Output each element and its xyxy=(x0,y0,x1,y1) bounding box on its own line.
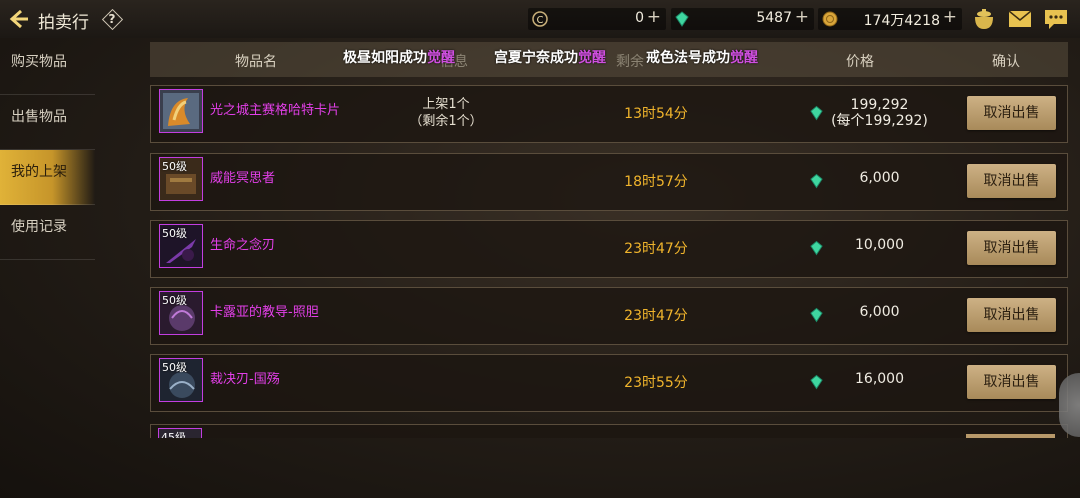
add-currency-button[interactable]: + xyxy=(795,7,809,27)
help-icon[interactable]: ? xyxy=(101,8,124,31)
cancel-sale-button[interactable] xyxy=(966,434,1055,438)
chat-icon[interactable] xyxy=(1043,7,1069,31)
listing-row-partial: 45级 xyxy=(150,424,1068,438)
time-remaining: 18时57分 xyxy=(624,174,688,190)
stock-listed: 上架1个 xyxy=(422,97,470,112)
system-notice: 宫夏宁奈成功觉醒 xyxy=(494,50,606,66)
stock-remaining: （剩余1个） xyxy=(409,114,483,129)
sidebar-item-label: 出售物品 xyxy=(11,109,67,125)
page-title: 拍卖行 xyxy=(38,13,89,33)
price: 6,000 xyxy=(859,304,900,320)
cancel-sale-button[interactable]: 取消出售 xyxy=(967,298,1056,332)
currency-value: 174万4218 xyxy=(863,13,940,29)
back-arrow-icon[interactable] xyxy=(6,7,30,31)
stock-info: 上架1个 （剩余1个） xyxy=(401,96,491,130)
item-name: 威能冥思者 xyxy=(210,171,276,186)
item-name: 光之城主赛格哈特卡片 xyxy=(210,103,341,118)
green-gem-icon xyxy=(675,11,689,27)
top-bar: 拍卖行 ? C 0 + 5487 + 174万4218 + xyxy=(0,0,1080,38)
time-remaining: 13时54分 xyxy=(624,106,688,122)
cancel-sale-button[interactable]: 取消出售 xyxy=(967,365,1056,399)
currency-c-coin: C 0 + xyxy=(528,7,666,30)
cancel-sale-button[interactable]: 取消出售 xyxy=(967,231,1056,265)
item-name: 卡露亚的教导-照胆 xyxy=(210,305,319,320)
treasure-pot-icon[interactable] xyxy=(971,7,997,31)
item-level: 45级 xyxy=(161,431,186,438)
gold-coin-icon xyxy=(822,11,838,27)
sidebar-item-sell[interactable]: 出售物品 xyxy=(0,95,95,150)
currency-value: 5487 xyxy=(756,10,792,26)
price-total: 199,292 xyxy=(850,97,909,113)
currency-gem: 5487 + xyxy=(671,7,814,30)
sidebar-item-my-listings[interactable]: 我的上架 xyxy=(0,150,95,205)
system-notice: 极昼如阳成功觉醒 xyxy=(343,50,455,66)
sidebar-item-label: 我的上架 xyxy=(11,164,67,180)
card-art-icon xyxy=(163,93,199,129)
item-level: 50级 xyxy=(162,227,187,240)
time-remaining: 23时55分 xyxy=(624,375,688,391)
time-remaining: 23时47分 xyxy=(624,241,688,257)
currency-gold: 174万4218 + xyxy=(818,7,962,30)
sidebar-item-buy[interactable]: 购买物品 xyxy=(0,40,95,95)
item-level: 50级 xyxy=(162,160,187,173)
header-confirm: 确认 xyxy=(992,54,1020,70)
item-level: 50级 xyxy=(162,361,187,374)
table-header: 物品名 信息 剩余 价格 确认 xyxy=(150,42,1068,77)
price: 10,000 xyxy=(855,237,904,253)
system-notice: 戒色法号成功觉醒 xyxy=(646,50,758,66)
time-remaining: 23时47分 xyxy=(624,308,688,324)
price: 199,292 (每个199,292) xyxy=(821,97,938,129)
mail-icon[interactable] xyxy=(1007,7,1033,31)
c-coin-icon: C xyxy=(532,11,548,27)
listing-row: 50级 卡露亚的教导-照胆 23时47分 6,000 取消出售 xyxy=(150,287,1068,345)
header-remain: 剩余 xyxy=(616,54,644,70)
sidebar-item-label: 购买物品 xyxy=(11,54,67,70)
add-currency-button[interactable]: + xyxy=(943,7,957,27)
item-icon[interactable]: 50级 xyxy=(159,224,203,268)
sidebar: 购买物品 出售物品 我的上架 使用记录 xyxy=(0,40,95,260)
cancel-sale-button[interactable]: 取消出售 xyxy=(967,96,1056,130)
item-icon[interactable]: 50级 xyxy=(159,291,203,335)
item-level: 50级 xyxy=(162,294,187,307)
sidebar-item-history[interactable]: 使用记录 xyxy=(0,205,95,260)
price: 16,000 xyxy=(855,371,904,387)
currency-value: 0 xyxy=(635,10,644,26)
floating-assist-button[interactable] xyxy=(1059,373,1080,437)
price-each: (每个199,292) xyxy=(831,113,928,129)
listing-row: 光之城主赛格哈特卡片 上架1个 （剩余1个） 13时54分 199,292 (每… xyxy=(150,85,1068,143)
item-name: 裁决刃-国殇 xyxy=(210,372,280,387)
svg-text:C: C xyxy=(537,15,544,26)
add-currency-button[interactable]: + xyxy=(647,7,661,27)
listing-row: 50级 威能冥思者 18时57分 6,000 取消出售 xyxy=(150,153,1068,211)
item-icon[interactable]: 50级 xyxy=(159,157,203,201)
header-item-name: 物品名 xyxy=(235,54,277,70)
item-card-icon[interactable] xyxy=(159,89,203,133)
sidebar-item-label: 使用记录 xyxy=(11,219,67,235)
cancel-sale-button[interactable]: 取消出售 xyxy=(967,164,1056,198)
price: 6,000 xyxy=(859,170,900,186)
item-icon[interactable]: 50级 xyxy=(159,358,203,402)
listing-row: 50级 裁决刃-国殇 23时55分 16,000 取消出售 xyxy=(150,354,1068,412)
listing-row: 50级 生命之念刃 23时47分 10,000 取消出售 xyxy=(150,220,1068,278)
item-name: 生命之念刃 xyxy=(210,238,276,253)
item-icon[interactable]: 45级 xyxy=(158,428,202,438)
header-price: 价格 xyxy=(846,54,874,70)
